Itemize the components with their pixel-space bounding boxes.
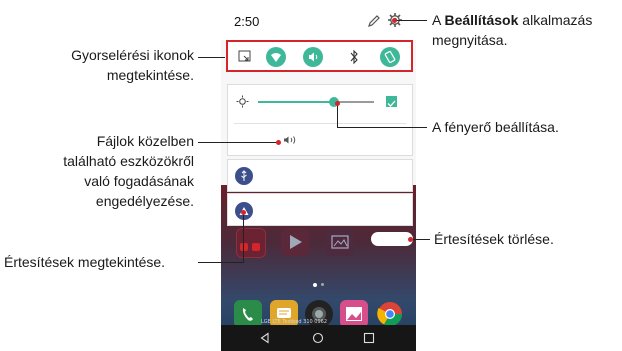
- callout-text: A: [432, 12, 445, 28]
- callout-nearby: Fájlok közelben található eszközökről va…: [4, 131, 194, 211]
- callout-line-view-h: [198, 262, 244, 263]
- callout-line-brightness: [337, 103, 338, 127]
- clear-notifications-button[interactable]: [371, 232, 413, 246]
- callout-dot: [335, 101, 340, 106]
- callout-brightness: A fényerő beállítása.: [432, 119, 559, 135]
- callout-line-nearby: [198, 142, 278, 143]
- callout-text: alkalmazás: [518, 12, 593, 28]
- home-icon[interactable]: [312, 332, 324, 344]
- callout-dot: [392, 18, 397, 23]
- callout-dot: [241, 210, 246, 215]
- phone-screen: 2:50 LGE LTE Testbed 310 0962: [221, 0, 416, 351]
- navigation-bar: [221, 325, 416, 351]
- callout-text: való fogadásának: [84, 173, 194, 189]
- sound-icon[interactable]: [303, 47, 323, 67]
- panel-divider: [234, 123, 406, 124]
- notification-usb[interactable]: [227, 159, 413, 192]
- callout-settings: A Beállítások alkalmazás megnyitása.: [432, 10, 622, 50]
- callout-dot: [408, 237, 413, 242]
- callout-text: található eszközökről: [63, 153, 194, 169]
- clock: 2:50: [234, 14, 260, 29]
- chrome-app-icon[interactable]: [376, 300, 404, 328]
- brightness-slider-track: [334, 101, 374, 103]
- callout-line-quick: [198, 57, 225, 58]
- settings-panel: [227, 84, 413, 156]
- status-bar: 2:50: [221, 0, 416, 40]
- quick-settings-row: [226, 40, 413, 72]
- callout-quick: Gyorselérési ikonok megtekintése.: [4, 45, 194, 85]
- brightness-slider-fill: [258, 101, 334, 103]
- callout-line-clear: [410, 239, 430, 240]
- callout-clear: Értesítések törlése.: [434, 231, 554, 247]
- callout-text: Gyorselérési ikonok: [71, 47, 194, 63]
- wifi-icon[interactable]: [266, 47, 286, 67]
- callout-text: megtekintése.: [106, 67, 194, 83]
- photos-app-icon[interactable]: [340, 300, 368, 328]
- auto-brightness-checkbox[interactable]: [386, 96, 397, 107]
- callout-line-brightness-h: [337, 127, 427, 128]
- back-icon[interactable]: [259, 332, 271, 344]
- play-store-icon[interactable]: [281, 228, 309, 256]
- callout-view: Értesítések megtekintése.: [4, 254, 166, 270]
- phone-app-icon[interactable]: [234, 300, 262, 328]
- callout-text: Fájlok közelben: [96, 133, 194, 149]
- pencil-icon[interactable]: [367, 14, 381, 28]
- page-indicator-dot: [313, 283, 317, 287]
- callout-text: megnyitása.: [432, 32, 508, 48]
- callout-text: engedélyezése.: [95, 193, 194, 209]
- gallery-icon[interactable]: [326, 228, 354, 256]
- recents-icon[interactable]: [363, 332, 375, 344]
- callout-bold-text: Beállítások: [444, 12, 519, 28]
- brightness-icon: [236, 95, 249, 108]
- page-indicator-dot: [321, 283, 324, 286]
- notification-warning[interactable]: [227, 193, 413, 226]
- callout-dot: [276, 140, 281, 145]
- screen-icon[interactable]: [238, 50, 251, 63]
- callout-line-settings: [395, 20, 427, 21]
- nearby-file-icon[interactable]: [282, 135, 298, 145]
- callout-line-view: [243, 212, 244, 262]
- bluetooth-icon[interactable]: [349, 49, 359, 65]
- usb-icon: [235, 167, 253, 185]
- apps-folder-icon[interactable]: [236, 228, 266, 258]
- rotate-icon[interactable]: [380, 47, 400, 67]
